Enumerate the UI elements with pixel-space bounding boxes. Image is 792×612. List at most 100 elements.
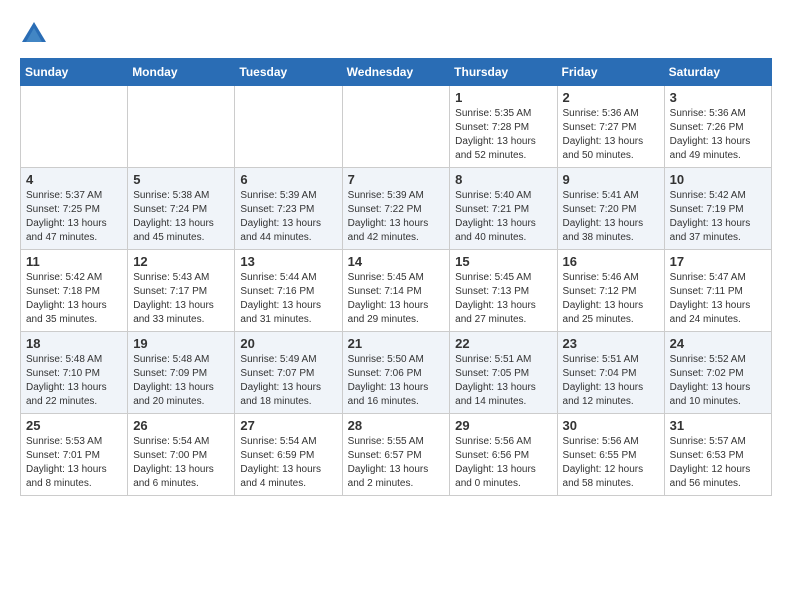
day-info: Sunrise: 5:45 AM Sunset: 7:13 PM Dayligh…: [455, 271, 551, 327]
day-info: Sunrise: 5:35 AM Sunset: 7:28 PM Dayligh…: [455, 107, 551, 163]
day-number: 4: [26, 172, 122, 187]
calendar-cell: 27Sunrise: 5:54 AM Sunset: 6:59 PM Dayli…: [235, 414, 342, 496]
calendar-cell: 24Sunrise: 5:52 AM Sunset: 7:02 PM Dayli…: [664, 332, 771, 414]
day-number: 12: [133, 254, 229, 269]
calendar-cell: 13 Sunrise: 5:44 AM Sunset: 7:16 PM Dayli…: [235, 250, 342, 332]
logo: [20, 20, 52, 48]
day-number: 20: [240, 336, 336, 351]
day-info: Sunrise: 5:39 AM Sunset: 7:22 PM Dayligh…: [348, 189, 445, 245]
calendar-cell: 2 Sunrise: 5:36 AM Sunset: 7:27 PM Daylig…: [557, 86, 664, 168]
day-number: 30: [563, 418, 659, 433]
calendar-week-row: 1 Sunrise: 5:35 AM Sunset: 7:28 PM Daylig…: [21, 86, 772, 168]
calendar-cell: 17 Sunrise: 5:47 AM Sunset: 7:11 PM Dayli…: [664, 250, 771, 332]
calendar-cell: 29 Sunrise: 5:56 AM Sunset: 6:56 PM Dayli…: [450, 414, 557, 496]
calendar-week-row: 4 Sunrise: 5:37 AM Sunset: 7:25 PM Daylig…: [21, 168, 772, 250]
calendar-header-wednesday: Wednesday: [342, 59, 450, 86]
calendar-cell: [21, 86, 128, 168]
day-info: Sunrise: 5:36 AM Sunset: 7:26 PM Dayligh…: [670, 107, 766, 163]
calendar-cell: 12 Sunrise: 5:43 AM Sunset: 7:17 PM Dayli…: [128, 250, 235, 332]
calendar-cell: 14 Sunrise: 5:45 AM Sunset: 7:14 PM Dayli…: [342, 250, 450, 332]
day-number: 13: [240, 254, 336, 269]
calendar-cell: 9 Sunrise: 5:41 AM Sunset: 7:20 PM Daylig…: [557, 168, 664, 250]
calendar-cell: 4 Sunrise: 5:37 AM Sunset: 7:25 PM Daylig…: [21, 168, 128, 250]
calendar-cell: 23Sunrise: 5:51 AM Sunset: 7:04 PM Dayli…: [557, 332, 664, 414]
calendar-cell: 11 Sunrise: 5:42 AM Sunset: 7:18 PM Dayli…: [21, 250, 128, 332]
calendar-week-row: 18 Sunrise: 5:48 AM Sunset: 7:10 PM Dayli…: [21, 332, 772, 414]
calendar-cell: 25Sunrise: 5:53 AM Sunset: 7:01 PM Dayli…: [21, 414, 128, 496]
day-number: 9: [563, 172, 659, 187]
calendar-cell: 10 Sunrise: 5:42 AM Sunset: 7:19 PM Dayli…: [664, 168, 771, 250]
calendar-cell: 8 Sunrise: 5:40 AM Sunset: 7:21 PM Daylig…: [450, 168, 557, 250]
day-info: Sunrise: 5:36 AM Sunset: 7:27 PM Dayligh…: [563, 107, 659, 163]
day-info: Sunrise: 5:37 AM Sunset: 7:25 PM Dayligh…: [26, 189, 122, 245]
day-number: 7: [348, 172, 445, 187]
day-info: Sunrise: 5:47 AM Sunset: 7:11 PM Dayligh…: [670, 271, 766, 327]
calendar-header-tuesday: Tuesday: [235, 59, 342, 86]
day-number: 25: [26, 418, 122, 433]
calendar-cell: 3 Sunrise: 5:36 AM Sunset: 7:26 PM Daylig…: [664, 86, 771, 168]
calendar-cell: 28 Sunrise: 5:55 AM Sunset: 6:57 PM Dayli…: [342, 414, 450, 496]
calendar-cell: 7 Sunrise: 5:39 AM Sunset: 7:22 PM Daylig…: [342, 168, 450, 250]
day-number: 10: [670, 172, 766, 187]
calendar-cell: [235, 86, 342, 168]
day-info: Sunrise: 5:39 AM Sunset: 7:23 PM Dayligh…: [240, 189, 336, 245]
day-number: 22: [455, 336, 551, 351]
calendar-cell: 19 Sunrise: 5:48 AM Sunset: 7:09 PM Dayli…: [128, 332, 235, 414]
calendar-cell: 18 Sunrise: 5:48 AM Sunset: 7:10 PM Dayli…: [21, 332, 128, 414]
day-info: Sunrise: 5:56 AM Sunset: 6:56 PM Dayligh…: [455, 435, 551, 491]
calendar-header-friday: Friday: [557, 59, 664, 86]
calendar-cell: 31 Sunrise: 5:57 AM Sunset: 6:53 PM Dayli…: [664, 414, 771, 496]
day-info: Sunrise: 5:42 AM Sunset: 7:18 PM Dayligh…: [26, 271, 122, 327]
day-number: 19: [133, 336, 229, 351]
day-number: 11: [26, 254, 122, 269]
day-number: 15: [455, 254, 551, 269]
page-header: [20, 20, 772, 48]
day-number: 23: [563, 336, 659, 351]
day-info: Sunrise: 5:54 AM Sunset: 7:00 PM Dayligh…: [133, 435, 229, 491]
day-number: 26: [133, 418, 229, 433]
day-info: Sunrise: 5:42 AM Sunset: 7:19 PM Dayligh…: [670, 189, 766, 245]
calendar-cell: 15 Sunrise: 5:45 AM Sunset: 7:13 PM Dayli…: [450, 250, 557, 332]
day-info: Sunrise: 5:55 AM Sunset: 6:57 PM Dayligh…: [348, 435, 445, 491]
calendar-cell: 22 Sunrise: 5:51 AM Sunset: 7:05 PM Dayli…: [450, 332, 557, 414]
calendar-cell: 21 Sunrise: 5:50 AM Sunset: 7:06 PM Dayli…: [342, 332, 450, 414]
day-number: 18: [26, 336, 122, 351]
day-number: 24: [670, 336, 766, 351]
day-number: 17: [670, 254, 766, 269]
day-info: Sunrise: 5:40 AM Sunset: 7:21 PM Dayligh…: [455, 189, 551, 245]
day-number: 28: [348, 418, 445, 433]
logo-icon: [20, 20, 48, 48]
day-number: 8: [455, 172, 551, 187]
day-number: 6: [240, 172, 336, 187]
day-info: Sunrise: 5:50 AM Sunset: 7:06 PM Dayligh…: [348, 353, 445, 409]
calendar-week-row: 11 Sunrise: 5:42 AM Sunset: 7:18 PM Dayli…: [21, 250, 772, 332]
day-info: Sunrise: 5:43 AM Sunset: 7:17 PM Dayligh…: [133, 271, 229, 327]
day-info: Sunrise: 5:57 AM Sunset: 6:53 PM Dayligh…: [670, 435, 766, 491]
day-number: 27: [240, 418, 336, 433]
calendar-cell: [342, 86, 450, 168]
day-info: Sunrise: 5:56 AM Sunset: 6:55 PM Dayligh…: [563, 435, 659, 491]
day-number: 21: [348, 336, 445, 351]
day-info: Sunrise: 5:49 AM Sunset: 7:07 PM Dayligh…: [240, 353, 336, 409]
calendar-cell: 16Sunrise: 5:46 AM Sunset: 7:12 PM Dayli…: [557, 250, 664, 332]
calendar-cell: 20 Sunrise: 5:49 AM Sunset: 7:07 PM Dayli…: [235, 332, 342, 414]
day-info: Sunrise: 5:46 AM Sunset: 7:12 PM Dayligh…: [563, 271, 659, 327]
calendar-header-sunday: Sunday: [21, 59, 128, 86]
day-info: Sunrise: 5:48 AM Sunset: 7:09 PM Dayligh…: [133, 353, 229, 409]
day-info: Sunrise: 5:48 AM Sunset: 7:10 PM Dayligh…: [26, 353, 122, 409]
day-number: 14: [348, 254, 445, 269]
calendar-header-row: SundayMondayTuesdayWednesdayThursdayFrid…: [21, 59, 772, 86]
day-info: Sunrise: 5:51 AM Sunset: 7:05 PM Dayligh…: [455, 353, 551, 409]
day-number: 2: [563, 90, 659, 105]
day-number: 29: [455, 418, 551, 433]
day-number: 1: [455, 90, 551, 105]
day-info: Sunrise: 5:41 AM Sunset: 7:20 PM Dayligh…: [563, 189, 659, 245]
day-info: Sunrise: 5:44 AM Sunset: 7:16 PM Dayligh…: [240, 271, 336, 327]
calendar-header-monday: Monday: [128, 59, 235, 86]
day-number: 3: [670, 90, 766, 105]
day-info: Sunrise: 5:45 AM Sunset: 7:14 PM Dayligh…: [348, 271, 445, 327]
calendar-cell: 5Sunrise: 5:38 AM Sunset: 7:24 PM Daylig…: [128, 168, 235, 250]
day-info: Sunrise: 5:38 AM Sunset: 7:24 PM Dayligh…: [133, 189, 229, 245]
day-number: 31: [670, 418, 766, 433]
calendar-cell: 6 Sunrise: 5:39 AM Sunset: 7:23 PM Daylig…: [235, 168, 342, 250]
